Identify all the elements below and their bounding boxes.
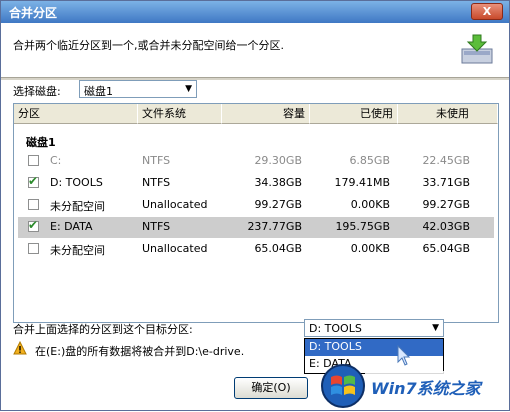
table-row[interactable]: ✔ D: TOOLS NTFS 34.38GB 179.41MB 33.71GB bbox=[18, 173, 494, 194]
chevron-down-icon: ▼ bbox=[432, 323, 439, 333]
partition-checkbox[interactable]: ✔ bbox=[28, 218, 39, 232]
column-header-partition[interactable]: 分区 bbox=[14, 104, 138, 124]
table-row[interactable]: C: NTFS 29.30GB 6.85GB 22.45GB bbox=[18, 151, 494, 172]
merge-partition-icon bbox=[461, 34, 493, 64]
partition-free: 22.45GB bbox=[422, 154, 470, 167]
partition-name: D: TOOLS bbox=[50, 176, 103, 189]
merge-target-select[interactable]: D: TOOLS ▼ bbox=[304, 319, 444, 337]
partition-name: 未分配空间 bbox=[50, 200, 105, 213]
close-button[interactable]: X bbox=[471, 3, 503, 20]
column-header-filesystem[interactable]: 文件系统 bbox=[138, 104, 222, 124]
partition-name: E: DATA bbox=[50, 220, 93, 233]
column-header-capacity[interactable]: 容量 bbox=[222, 104, 310, 124]
partition-capacity: 237.77GB bbox=[247, 220, 302, 233]
disk-select[interactable]: 磁盘1 ▼ bbox=[79, 80, 197, 98]
partition-filesystem: Unallocated bbox=[142, 242, 208, 255]
partition-used: 6.85GB bbox=[349, 154, 390, 167]
merge-target-value: D: TOOLS bbox=[309, 322, 362, 335]
partition-free: 33.71GB bbox=[422, 176, 470, 189]
column-header-free[interactable]: 未使用 bbox=[398, 104, 498, 124]
partition-checkbox[interactable] bbox=[28, 199, 39, 210]
partition-free: 99.27GB bbox=[422, 198, 470, 211]
merge-target-label: 合并上面选择的分区到这个目标分区: bbox=[13, 323, 193, 336]
partition-checkbox[interactable] bbox=[28, 243, 39, 254]
ok-button[interactable]: 确定(O) bbox=[234, 377, 308, 399]
disk-select-value: 磁盘1 bbox=[84, 85, 113, 98]
partition-filesystem: NTFS bbox=[142, 220, 171, 233]
disk-group-label: 磁盘1 bbox=[26, 136, 56, 149]
partition-used: 195.75GB bbox=[335, 220, 390, 233]
dropdown-option-tools[interactable]: D: TOOLS bbox=[305, 339, 443, 356]
partition-filesystem: NTFS bbox=[142, 154, 171, 167]
partition-used: 0.00KB bbox=[350, 198, 390, 211]
warning-icon bbox=[13, 341, 27, 355]
description-text: 合并两个临近分区到一个,或合并未分配空间给一个分区. bbox=[13, 39, 284, 52]
partition-capacity: 99.27GB bbox=[254, 198, 302, 211]
partition-free: 42.03GB bbox=[422, 220, 470, 233]
table-row[interactable]: 未分配空间 Unallocated 99.27GB 0.00KB 99.27GB bbox=[18, 195, 494, 216]
partition-filesystem: NTFS bbox=[142, 176, 171, 189]
partition-capacity: 65.04GB bbox=[254, 242, 302, 255]
partition-table: 分区 文件系统 容量 已使用 未使用 磁盘1 C: NTFS 29.30GB 6… bbox=[13, 103, 499, 323]
partition-filesystem: Unallocated bbox=[142, 198, 208, 211]
chevron-down-icon: ▼ bbox=[185, 84, 192, 94]
column-header-used[interactable]: 已使用 bbox=[310, 104, 398, 124]
merge-partition-dialog: 合并分区 X 合并两个临近分区到一个,或合并未分配空间给一个分区. 选择磁盘: … bbox=[0, 0, 510, 411]
partition-checkbox[interactable]: ✔ bbox=[28, 174, 39, 188]
partition-used: 0.00KB bbox=[350, 242, 390, 255]
partition-free: 65.04GB bbox=[422, 242, 470, 255]
partition-name: 未分配空间 bbox=[50, 244, 105, 257]
warning-text: 在(E:)盘的所有数据将被合并到D:\e-drive. bbox=[35, 345, 245, 358]
partition-capacity: 34.38GB bbox=[254, 176, 302, 189]
title-bar: 合并分区 X bbox=[1, 1, 509, 23]
window-title: 合并分区 bbox=[9, 6, 58, 20]
disk-select-label: 选择磁盘: bbox=[13, 85, 61, 98]
partition-used: 179.41MB bbox=[334, 176, 390, 189]
watermark-text: Win7系统之家 bbox=[371, 379, 481, 398]
watermark-logo: Win7系统之家 bbox=[319, 363, 501, 409]
partition-capacity: 29.30GB bbox=[254, 154, 302, 167]
partition-name: C: bbox=[50, 154, 62, 167]
dialog-body: 合并两个临近分区到一个,或合并未分配空间给一个分区. 选择磁盘: 磁盘1 ▼ 分… bbox=[1, 23, 509, 410]
header-separator bbox=[1, 77, 509, 80]
table-row[interactable]: ✔ E: DATA NTFS 237.77GB 195.75GB 42.03GB bbox=[18, 217, 494, 238]
table-row[interactable]: 未分配空间 Unallocated 65.04GB 0.00KB 65.04GB bbox=[18, 239, 494, 260]
partition-checkbox[interactable] bbox=[28, 155, 39, 166]
